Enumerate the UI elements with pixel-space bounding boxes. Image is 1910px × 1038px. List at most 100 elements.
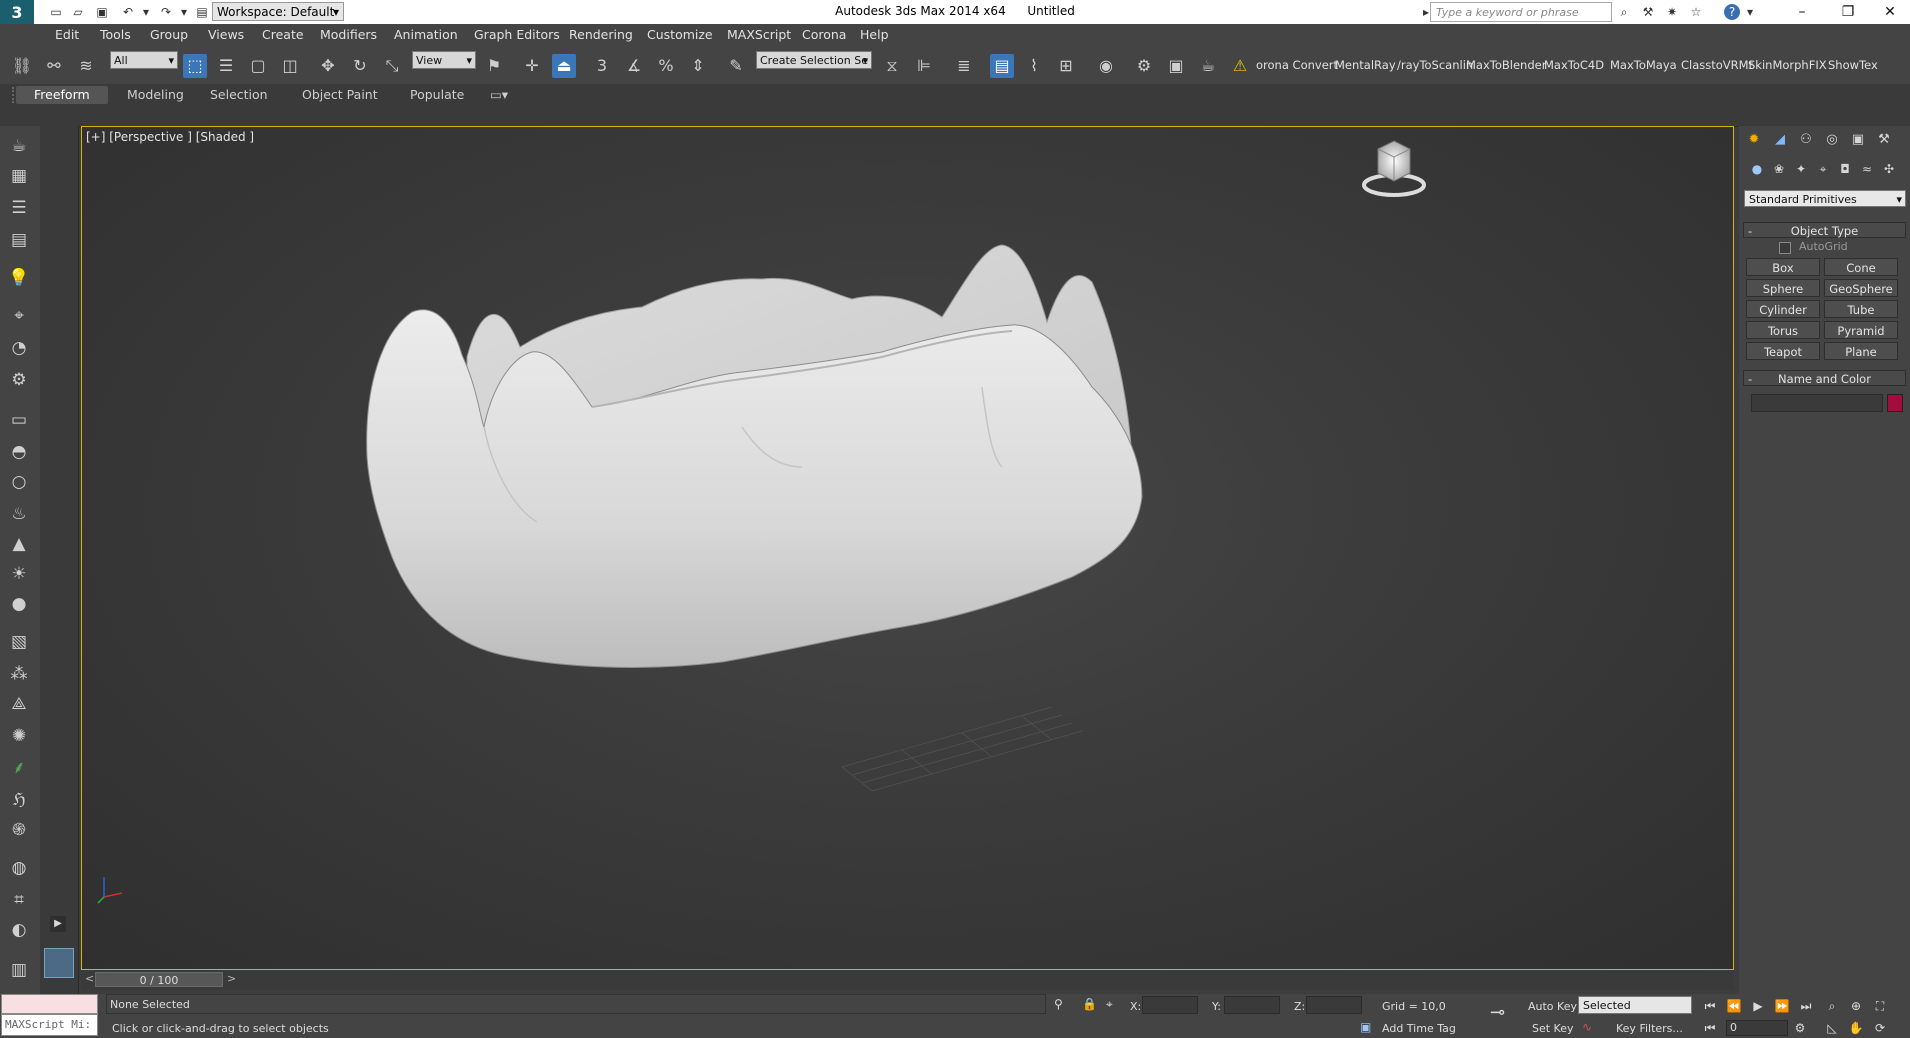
tube-button[interactable]: Tube [1824,300,1898,318]
isolate-selection-icon[interactable]: ⚲ [1054,997,1063,1011]
communication-center-icon[interactable]: ✷ [1664,4,1680,20]
tab-object-paint[interactable]: Object Paint [302,87,378,102]
auto-key-button[interactable]: Auto Key [1528,1000,1577,1013]
workspace-dropdown[interactable]: Workspace: Default [212,2,344,22]
menu-rendering[interactable]: Rendering [569,27,633,42]
graphite-ribbon-icon[interactable]: ▤ [990,54,1014,78]
plugin-max-to-c4d[interactable]: MaxToC4D [1544,58,1604,72]
rectangular-selection-icon[interactable]: ▢ [246,54,270,78]
render-icon[interactable]: ◔ [6,336,32,360]
absolute-mode-icon[interactable]: ⌖ [1106,997,1113,1012]
script-icon[interactable]: ▥ [6,958,32,982]
rollout-name-and-color[interactable]: - Name and Color [1743,370,1906,386]
next-frame-arrow-icon[interactable]: > [227,972,236,985]
pyramid-button[interactable]: Pyramid [1824,321,1898,339]
app-logo[interactable]: 3 [0,0,34,26]
geometry-category-icon[interactable]: ● [1747,160,1767,178]
favorites-star-icon[interactable]: ☆ [1688,4,1704,20]
material-ball-icon[interactable]: ● [6,592,32,616]
lights-category-icon[interactable]: ✦ [1791,160,1811,178]
rollout-object-type[interactable]: - Object Type [1743,222,1906,238]
hair-fur-icon[interactable]: ℌ [6,788,32,812]
sun-light-icon[interactable]: ☀ [6,562,32,586]
undo-dropdown-icon[interactable]: ▾ [138,4,154,20]
manipulate-icon[interactable]: ✛ [520,54,544,78]
key-filters-button[interactable]: Key Filters... [1616,1022,1683,1035]
tab-populate[interactable]: Populate [410,87,464,102]
motion-panel-icon[interactable]: ◎ [1821,130,1843,150]
menu-customize[interactable]: Customize [647,27,713,42]
rendered-frame-window-icon[interactable]: ▣ [1164,54,1188,78]
redo-icon[interactable]: ↷ [158,4,174,20]
gear-icon[interactable]: ✺ [6,724,32,748]
set-key-icon[interactable]: ⊸ [1490,1002,1505,1023]
grid-icon[interactable]: ▧ [6,630,32,654]
geosphere-button[interactable]: GeoSphere [1824,279,1898,297]
curve-editor-icon[interactable]: ⌇ [1022,54,1046,78]
selection-lock-icon[interactable]: 🔒 [1082,997,1097,1011]
zoom-icon[interactable]: ⌕ [1822,998,1842,1014]
plugin-mentalray[interactable]: MentalRay [1335,58,1396,72]
plane-button[interactable]: Plane [1824,342,1898,360]
globe-icon[interactable]: ◐ [6,918,32,942]
align-icon[interactable]: ⊫ [912,54,936,78]
add-time-tag[interactable]: Add Time Tag [1382,1022,1456,1035]
named-selection-set-dropdown[interactable]: Create Selection Se [756,51,872,70]
shapes-category-icon[interactable]: ❀ [1769,160,1789,178]
helpers-category-icon[interactable]: ◘ [1835,160,1855,178]
box-button[interactable]: Box [1746,258,1820,276]
sphere-object-icon[interactable]: ○ [6,470,32,494]
menu-maxscript[interactable]: MAXScript [727,27,791,42]
systems-category-icon[interactable]: ✣ [1879,160,1899,178]
expand-arrow-icon[interactable]: ▶ [50,916,66,932]
set-key-button[interactable]: Set Key [1532,1022,1574,1035]
z-coordinate-field[interactable] [1306,996,1362,1014]
x-coordinate-field[interactable] [1142,996,1198,1014]
plugin-corona-convert[interactable]: orona Convert [1256,58,1338,72]
cameras-category-icon[interactable]: ⌖ [1813,160,1833,178]
plugin-max-to-maya[interactable]: MaxToMaya [1610,58,1677,72]
plugin-show-tex[interactable]: ShowTex [1828,58,1878,72]
reference-coordinate-dropdown[interactable]: View [412,51,476,70]
orbit-icon[interactable]: ⟳ [1870,1020,1890,1036]
select-link-icon[interactable]: ⛓ [10,54,34,78]
previous-frame-icon[interactable]: ⏪ [1724,998,1744,1014]
angle-snap-icon[interactable]: ∡ [622,54,646,78]
binoculars-icon[interactable]: ⌕ [1616,4,1632,20]
particles-icon[interactable]: ⁂ [6,662,32,686]
utilities-panel-icon[interactable]: ⚒ [1873,130,1895,150]
selection-filter-dropdown[interactable]: All [110,51,178,70]
zoom-extents-icon[interactable]: ⛶ [1870,998,1890,1014]
light-bulb-icon[interactable]: 💡 [6,266,32,290]
menu-tools[interactable]: Tools [100,27,131,42]
plugin-max-to-blender[interactable]: MaxToBlender [1466,58,1546,72]
teapot-icon[interactable]: ☕ [6,134,32,158]
select-object-icon[interactable]: ⬚ [183,54,207,78]
y-coordinate-field[interactable] [1224,996,1280,1014]
render-setup-left-icon[interactable]: ⚙ [6,368,32,392]
maxscript-input[interactable]: MAXScript Mi: [1,1014,98,1036]
save-file-icon[interactable]: ▣ [94,4,110,20]
schematic-view-icon[interactable]: ⊞ [1054,54,1078,78]
redo-dropdown-icon[interactable]: ▾ [176,4,192,20]
plugin-vray-to-scanline[interactable]: /rayToScanlin [1397,58,1473,72]
menu-group[interactable]: Group [150,27,188,42]
map-icon[interactable]: ⌗ [6,888,32,912]
pivot-center-icon[interactable]: ⚑ [482,54,506,78]
dome-icon[interactable]: ◓ [6,440,32,464]
undo-icon[interactable]: ↶ [120,4,136,20]
bind-space-warp-icon[interactable]: ≋ [74,54,98,78]
autogrid-checkbox[interactable] [1779,242,1791,254]
maxscript-output[interactable] [1,994,98,1014]
menu-animation[interactable]: Animation [394,27,458,42]
move-icon[interactable]: ✥ [316,54,340,78]
plugin-skin-morph-fix[interactable]: SkinMorphFIX [1748,58,1827,72]
spacewarps-category-icon[interactable]: ≈ [1857,160,1877,178]
rotate-icon[interactable]: ↻ [348,54,372,78]
tab-freeform[interactable]: Freeform [16,86,108,104]
keyboard-shortcut-override-icon[interactable]: ⏏ [552,54,576,78]
warning-icon[interactable]: ⚠ [1228,54,1252,78]
menu-views[interactable]: Views [208,27,244,42]
percent-snap-icon[interactable]: % [654,54,678,78]
teapot-object-icon[interactable]: ♨ [6,502,32,526]
